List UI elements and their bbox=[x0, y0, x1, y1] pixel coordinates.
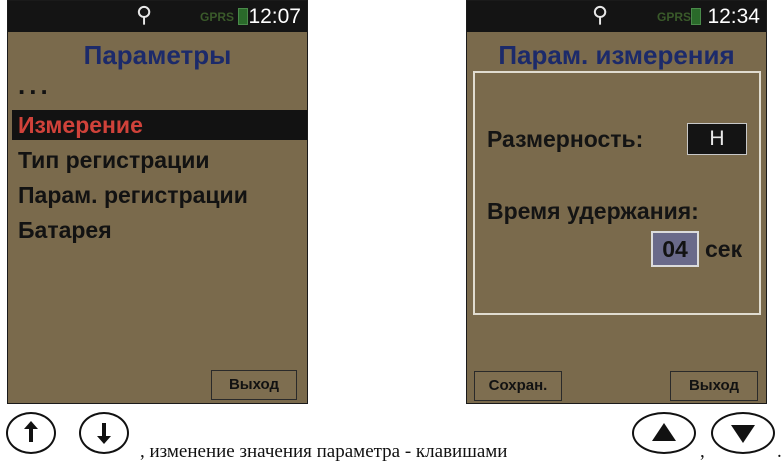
arrow-up-key-icon bbox=[6, 412, 56, 454]
battery-icon bbox=[691, 8, 701, 25]
status-bar: ⚲ GPRS 12:34 bbox=[467, 1, 766, 32]
menu-item-registration-params[interactable]: Парам. регистрации bbox=[12, 180, 307, 210]
settings-panel: Размерность: Н Время удержания: 04 сек bbox=[473, 71, 761, 315]
battery-icon bbox=[238, 8, 248, 25]
menu-item-measurement[interactable]: Измерение bbox=[12, 110, 307, 140]
clock: 12:34 bbox=[707, 5, 760, 28]
triangle-up-key-icon bbox=[632, 412, 696, 454]
clock: 12:07 bbox=[248, 5, 301, 28]
page-title: Парам. измерения bbox=[498, 40, 735, 70]
dimension-field[interactable]: Н bbox=[687, 123, 747, 155]
menu-item-battery[interactable]: Батарея bbox=[12, 215, 307, 245]
caption-separator: , bbox=[700, 441, 705, 462]
hold-time-label: Время удержания: bbox=[487, 198, 699, 224]
hold-time-field[interactable]: 04 bbox=[651, 231, 699, 267]
network-indicator: GPRS bbox=[200, 10, 235, 24]
caption-end: . bbox=[777, 441, 782, 462]
page-title: Параметры bbox=[83, 40, 232, 70]
usb-icon: ⚲ bbox=[136, 3, 153, 28]
ellipsis: ... bbox=[18, 70, 52, 100]
dimension-label: Размерность: bbox=[487, 126, 644, 152]
exit-button[interactable]: Выход bbox=[211, 370, 297, 400]
menu-item-registration-type[interactable]: Тип регистрации bbox=[12, 145, 307, 175]
caption-text: , изменение значения параметра - клавиша… bbox=[140, 441, 508, 462]
right-device-screen: ⚲ GPRS 12:34 Парам. измерения Размерност… bbox=[466, 0, 767, 404]
network-indicator: GPRS bbox=[657, 10, 692, 24]
arrow-down-key-icon bbox=[79, 412, 129, 454]
save-button[interactable]: Сохран. bbox=[474, 371, 562, 401]
hold-time-unit: сек bbox=[705, 236, 743, 262]
usb-icon: ⚲ bbox=[592, 3, 609, 28]
left-device-screen: ⚲ GPRS 12:07 Параметры ... Измерение Тип… bbox=[7, 0, 308, 404]
triangle-down-key-icon bbox=[711, 412, 775, 454]
status-bar: ⚲ GPRS 12:07 bbox=[8, 1, 307, 32]
exit-button[interactable]: Выход bbox=[670, 371, 758, 401]
